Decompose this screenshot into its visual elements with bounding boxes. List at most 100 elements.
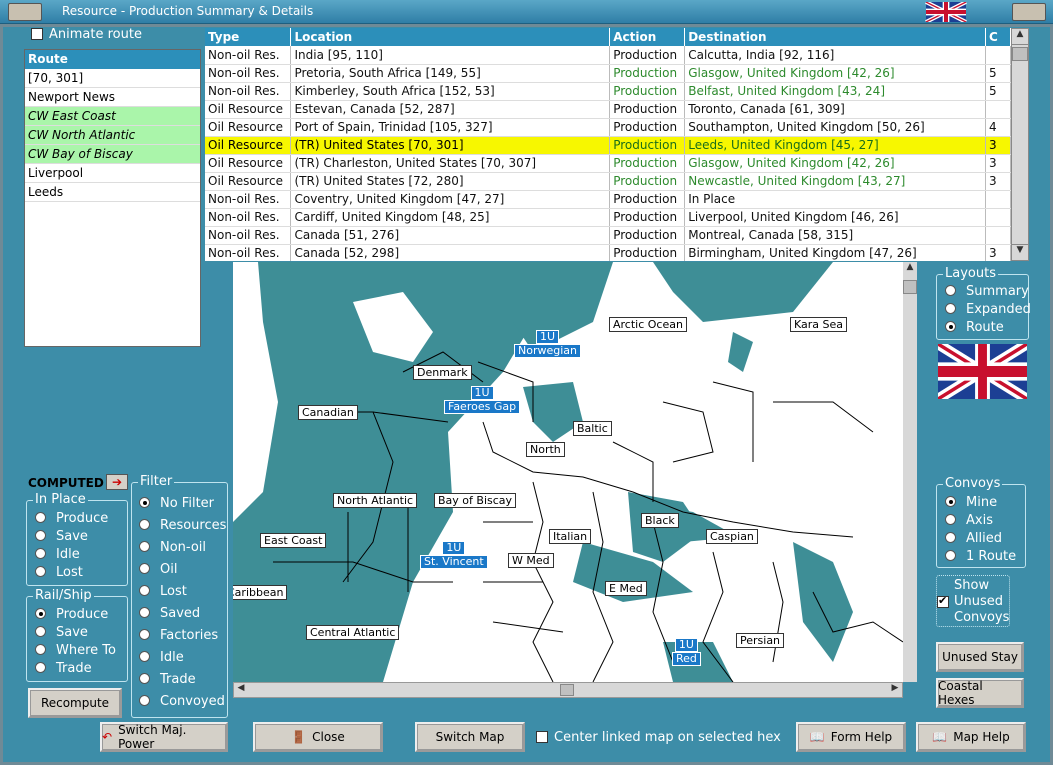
map-region-label[interactable]: Arctic Ocean — [609, 317, 687, 332]
map-region-label[interactable]: Kara Sea — [790, 317, 848, 332]
radio-button[interactable] — [945, 321, 956, 332]
scroll-up-icon[interactable]: ▲ — [1012, 29, 1028, 45]
center-linked-check[interactable] — [536, 731, 548, 743]
window-close-button[interactable] — [1012, 3, 1046, 21]
radio-button[interactable] — [35, 512, 46, 523]
radio-button[interactable] — [139, 585, 150, 596]
rail-ship-option[interactable]: Produce — [35, 607, 108, 622]
scroll-thumb[interactable] — [1012, 47, 1028, 61]
map-scroll-thumb-v[interactable] — [903, 280, 917, 294]
radio-button[interactable] — [35, 662, 46, 673]
radio-button[interactable] — [945, 285, 956, 296]
table-row[interactable]: Non-oil Res. Kimberley, South Africa [152… — [205, 82, 1011, 101]
filter-option[interactable]: Lost — [139, 584, 187, 599]
filter-option[interactable]: Idle — [139, 650, 184, 665]
radio-button[interactable] — [139, 695, 150, 706]
radio-button[interactable] — [139, 519, 150, 530]
radio-button[interactable] — [35, 530, 46, 541]
column-header-action[interactable]: Action — [609, 28, 686, 46]
radio-button[interactable] — [945, 514, 956, 525]
rail-ship-option[interactable]: Where To — [35, 643, 116, 658]
column-header-destination[interactable]: Destination — [684, 28, 987, 46]
map-region-label[interactable]: North Atlantic — [333, 493, 418, 508]
map-unit-marker[interactable]: 1U Red — [672, 638, 701, 666]
table-row[interactable]: Oil Resource (TR) United States [70, 301]… — [205, 136, 1011, 155]
switch-map-button[interactable]: Switch Map — [415, 722, 525, 752]
unused-stay-button[interactable]: Unused Stay — [936, 642, 1024, 672]
map-scroll-up-icon[interactable]: ▲ — [903, 262, 917, 276]
form-help-button[interactable]: 📖 Form Help — [796, 722, 906, 752]
rail-ship-option[interactable]: Save — [35, 625, 88, 640]
in-place-option[interactable]: Idle — [35, 547, 80, 562]
map-region-label[interactable]: Caribbean — [233, 585, 288, 600]
radio-button[interactable] — [139, 673, 150, 684]
in-place-option[interactable]: Save — [35, 529, 88, 544]
radio-button[interactable] — [945, 532, 956, 543]
animate-route-checkbox[interactable]: Animate route — [31, 27, 142, 42]
center-linked-map-checkbox[interactable]: Center linked map on selected hex — [536, 730, 781, 745]
map-unit-marker[interactable]: 1U Faeroes Gap — [444, 386, 521, 414]
map-region-label[interactable]: Baltic — [573, 421, 612, 436]
table-scrollbar[interactable]: ▲ ▼ — [1011, 28, 1029, 261]
filter-option[interactable]: Saved — [139, 606, 200, 621]
route-list-item[interactable]: CW Bay of Biscay — [25, 145, 200, 164]
show-unused-convoys-checkbox[interactable]: Show Unused Convoys — [936, 575, 1010, 627]
route-list-item[interactable]: Liverpool — [25, 164, 200, 183]
radio-button[interactable] — [945, 303, 956, 314]
table-row[interactable]: Non-oil Res. Pretoria, South Africa [149,… — [205, 64, 1011, 83]
map-vertical-scrollbar[interactable]: ▲ — [903, 262, 917, 682]
checkbox-box[interactable] — [31, 28, 43, 40]
radio-button[interactable] — [139, 541, 150, 552]
map-region-label[interactable]: Persian — [736, 633, 785, 648]
route-list-item[interactable]: [70, 301] — [25, 69, 200, 88]
show-unused-check[interactable] — [937, 594, 949, 608]
radio-button[interactable] — [139, 629, 150, 640]
radio-button[interactable] — [35, 548, 46, 559]
map-region-label[interactable]: W Med — [508, 553, 554, 568]
map-region-label[interactable]: Central Atlantic — [306, 625, 400, 640]
table-row[interactable]: Oil Resource (TR) United States [72, 280]… — [205, 172, 1011, 191]
map-region-label[interactable]: Bay of Biscay — [434, 493, 517, 508]
convoys-option[interactable]: Axis — [945, 513, 993, 528]
scroll-down-icon[interactable]: ▼ — [1012, 244, 1028, 260]
filter-option[interactable]: Factories — [139, 628, 218, 643]
in-place-option[interactable]: Lost — [35, 565, 83, 580]
layouts-option[interactable]: Summary — [945, 284, 1029, 299]
map-help-button[interactable]: 📖 Map Help — [916, 722, 1026, 752]
route-list-item[interactable]: CW East Coast — [25, 107, 200, 126]
map-scroll-left-icon[interactable]: ◀ — [234, 683, 248, 697]
table-row[interactable]: Non-oil Res. India [95, 110] Production Cal… — [205, 46, 1011, 65]
radio-button[interactable] — [139, 497, 150, 508]
route-list-item[interactable]: Leeds — [25, 183, 200, 202]
filter-option[interactable]: Convoyed — [139, 694, 225, 709]
route-list-item[interactable]: CW North Atlantic — [25, 126, 200, 145]
in-place-option[interactable]: Produce — [35, 511, 108, 526]
filter-option[interactable]: Oil — [139, 562, 177, 577]
map-region-label[interactable]: E Med — [605, 581, 647, 596]
map-unit-marker[interactable]: 1U Norwegian — [514, 330, 581, 358]
convoys-option[interactable]: 1 Route — [945, 549, 1016, 564]
map-region-label[interactable]: Canadian — [298, 405, 358, 420]
radio-button[interactable] — [945, 550, 956, 561]
map-region-label[interactable]: North — [526, 442, 565, 457]
map-region-label[interactable]: East Coast — [260, 533, 327, 548]
coastal-hexes-button[interactable]: Coastal Hexes — [936, 678, 1024, 708]
filter-option[interactable]: Resources — [139, 518, 226, 533]
column-header-location[interactable]: Location — [290, 28, 611, 46]
map-view[interactable]: Arctic Ocean Kara Sea Denmark Canadian Balti… — [233, 262, 903, 682]
radio-button[interactable] — [35, 644, 46, 655]
filter-option[interactable]: No Filter — [139, 496, 214, 511]
map-region-label[interactable]: Black — [641, 513, 679, 528]
radio-button[interactable] — [139, 651, 150, 662]
convoys-option[interactable]: Mine — [945, 495, 997, 510]
filter-option[interactable]: Non-oil — [139, 540, 206, 555]
radio-button[interactable] — [35, 626, 46, 637]
column-header-c[interactable]: C — [985, 28, 1011, 46]
switch-major-power-button[interactable]: ↶ Switch Maj. Power — [100, 722, 228, 752]
system-menu-button[interactable] — [8, 3, 42, 21]
radio-button[interactable] — [139, 563, 150, 574]
column-header-type[interactable]: Type — [205, 28, 292, 46]
table-row[interactable]: Oil Resource Estevan, Canada [52, 287] Pro… — [205, 100, 1011, 119]
map-region-label[interactable]: Denmark — [413, 365, 472, 380]
filter-option[interactable]: Trade — [139, 672, 196, 687]
